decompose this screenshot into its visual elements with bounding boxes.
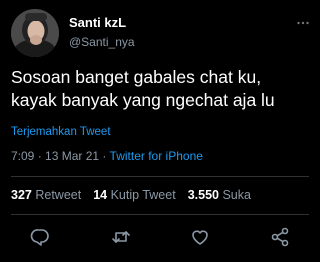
reply-icon bbox=[30, 229, 49, 246]
share-icon bbox=[271, 227, 289, 247]
like-stat[interactable]: 3.550 Suka bbox=[188, 188, 251, 202]
like-icon bbox=[192, 230, 208, 245]
like-count: 3.550 bbox=[187, 188, 219, 202]
tweet-meta: 7:09 · 13 Mar 21 · Twitter for iPhone bbox=[11, 149, 203, 163]
handle[interactable]: @Santi_nya bbox=[69, 34, 135, 50]
tweet-text: Sosoan banget gabales chat ku, kayak ban… bbox=[11, 66, 311, 112]
like-label: Suka bbox=[222, 188, 251, 202]
more-button[interactable] bbox=[297, 12, 309, 30]
author-block: Santi kzL @Santi_nya bbox=[69, 14, 135, 50]
quote-stat[interactable]: 14 Kutip Tweet bbox=[93, 188, 175, 202]
quote-count: 14 bbox=[93, 188, 108, 202]
tweet-text-line: Sosoan banget gabales chat ku, bbox=[11, 67, 262, 87]
divider bbox=[11, 176, 309, 177]
avatar[interactable] bbox=[11, 9, 59, 57]
translate-link[interactable]: Terjemahkan Tweet bbox=[11, 126, 111, 138]
retweet-count: 327 bbox=[11, 188, 32, 202]
like-button[interactable] bbox=[189, 226, 211, 248]
meta-separator: · bbox=[102, 149, 107, 163]
retweet-label: Retweet bbox=[35, 188, 82, 202]
tweet-source-link[interactable]: Twitter for iPhone bbox=[110, 149, 203, 163]
divider bbox=[11, 214, 309, 215]
action-bar bbox=[0, 226, 320, 248]
retweet-button[interactable] bbox=[110, 226, 132, 248]
tweet-text-line: kayak banyak yang ngechat aja lu bbox=[11, 90, 275, 110]
retweet-icon bbox=[112, 231, 130, 243]
tweet-stats: 327 Retweet 14 Kutip Tweet 3.550 Suka bbox=[11, 188, 251, 202]
tweet-date: 13 Mar 21 bbox=[45, 149, 100, 163]
quote-label: Kutip Tweet bbox=[110, 188, 176, 202]
display-name[interactable]: Santi kzL bbox=[69, 14, 135, 31]
meta-separator: · bbox=[37, 149, 42, 163]
more-icon bbox=[297, 21, 309, 25]
reply-button[interactable] bbox=[29, 226, 51, 248]
tweet-time: 7:09 bbox=[11, 149, 35, 163]
retweet-stat[interactable]: 327 Retweet bbox=[11, 188, 81, 202]
share-button[interactable] bbox=[269, 226, 291, 248]
